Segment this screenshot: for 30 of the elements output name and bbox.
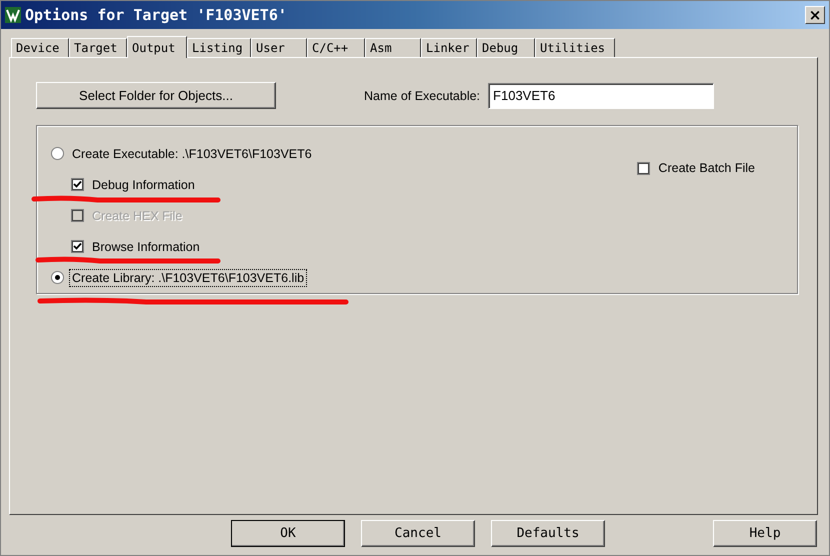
tab[interactable]: Linker — [421, 38, 477, 57]
option-label: Browse Information — [91, 238, 201, 254]
dialog-button[interactable]: Defaults — [491, 520, 605, 547]
tab[interactable]: Debug — [477, 38, 535, 57]
window-title: Options for Target 'F103VET6' — [25, 6, 288, 24]
dialog-button[interactable]: Cancel — [361, 520, 475, 547]
tab[interactable]: Listing — [187, 38, 251, 57]
checkbox[interactable] — [71, 178, 84, 191]
close-button[interactable]: × — [805, 6, 825, 24]
dialog-button[interactable]: OK — [231, 520, 345, 547]
tab[interactable]: Asm — [365, 38, 421, 57]
checkbox[interactable] — [71, 240, 84, 253]
option-label: Debug Information — [91, 176, 196, 192]
checkbox[interactable] — [637, 162, 650, 174]
tab[interactable]: Device — [11, 38, 69, 57]
option-label: Create Batch File — [657, 160, 756, 176]
field-label: Name of Executable: — [364, 88, 480, 102]
app-logo-icon — [5, 7, 21, 23]
tab[interactable]: Utilities — [535, 38, 615, 57]
tab[interactable]: User — [251, 38, 307, 57]
radio-button[interactable] — [51, 147, 64, 160]
dialog-button[interactable]: Help — [713, 520, 817, 547]
radio-button[interactable] — [51, 271, 64, 284]
option-label: Create Library: .\F103VET6\F103VET6.lib — [70, 270, 306, 286]
option-label: Create Executable: .\F103VET6\F103VET6 — [71, 146, 313, 162]
tab[interactable]: Target — [69, 38, 127, 57]
input-field[interactable]: F103VET6 — [488, 82, 714, 108]
tab[interactable]: C/C++ — [307, 38, 365, 57]
tab[interactable]: Output — [127, 36, 187, 58]
select-folder-button[interactable]: Select Folder for Objects... — [36, 82, 276, 109]
